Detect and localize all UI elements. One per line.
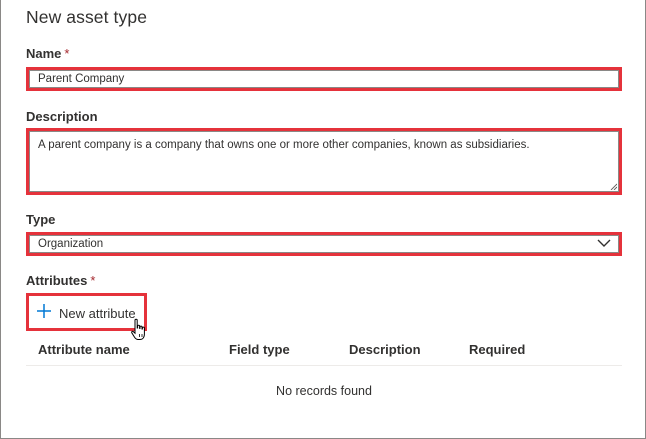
description-textarea-value: A parent company is a company that owns …: [38, 139, 530, 151]
type-label: Type: [26, 212, 56, 227]
name-label: Name *: [26, 46, 69, 61]
name-required-mark: *: [64, 46, 70, 61]
attributes-required-mark: *: [90, 273, 96, 288]
column-header-required[interactable]: Required: [469, 342, 525, 357]
dialog-title: New asset type: [26, 7, 148, 27]
attributes-table-header: Attribute name Field type Description Re…: [26, 339, 622, 366]
description-textarea[interactable]: A parent company is a company that owns …: [26, 128, 622, 195]
attributes-label-text: Attributes: [26, 273, 88, 288]
name-label-text: Name: [26, 46, 62, 61]
column-header-attribute-name[interactable]: Attribute name: [38, 342, 130, 357]
column-header-field-type[interactable]: Field type: [229, 342, 290, 357]
chevron-down-icon[interactable]: [597, 238, 611, 248]
name-input-value: Parent Company: [38, 73, 125, 85]
dialog-panel: New asset type Name * Parent Company Desc…: [0, 0, 646, 439]
type-dropdown[interactable]: Organization: [26, 232, 622, 256]
resize-grip-icon[interactable]: [610, 183, 617, 190]
new-attribute-button[interactable]: New attribute: [26, 293, 147, 331]
column-header-description[interactable]: Description: [349, 342, 421, 357]
plus-icon: [37, 304, 51, 318]
empty-state-text: No records found: [276, 384, 372, 398]
attributes-label: Attributes *: [26, 273, 95, 288]
new-attribute-label: New attribute: [59, 306, 136, 321]
description-label: Description: [26, 109, 98, 124]
name-input[interactable]: Parent Company: [26, 67, 622, 91]
type-dropdown-border: [29, 235, 619, 253]
type-dropdown-value: Organization: [38, 238, 104, 250]
